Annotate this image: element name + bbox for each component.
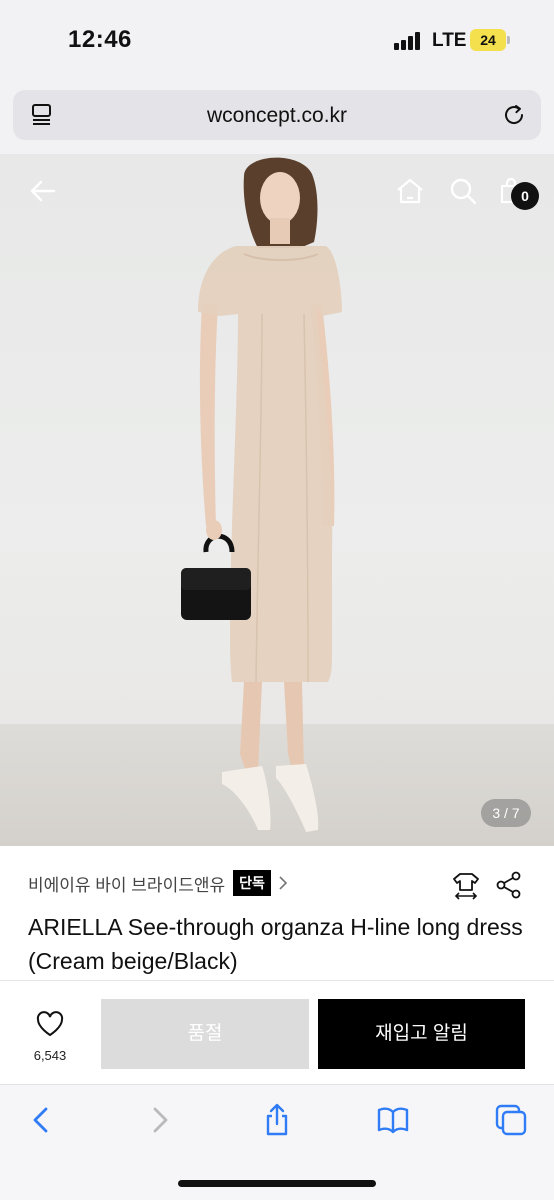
- signal-icon: [394, 32, 424, 50]
- address-bar-area: wconcept.co.kr: [0, 84, 554, 154]
- home-icon[interactable]: [395, 176, 425, 206]
- model-photo: [181, 157, 342, 832]
- search-icon[interactable]: [448, 176, 478, 206]
- wishlist-button[interactable]: 6,543: [24, 1011, 76, 1063]
- reload-icon[interactable]: [501, 102, 527, 128]
- share-sheet-icon[interactable]: [260, 1103, 294, 1137]
- address-bar[interactable]: wconcept.co.kr: [13, 90, 541, 140]
- chevron-right-icon: [279, 876, 288, 890]
- status-bar: 12:46 LTE 24: [0, 0, 554, 84]
- bookmarks-icon[interactable]: [376, 1103, 410, 1137]
- url-text[interactable]: wconcept.co.kr: [13, 104, 541, 128]
- brand-name[interactable]: 비에이유 바이 브라이드앤유: [28, 871, 225, 896]
- tabs-overview-icon[interactable]: [494, 1103, 528, 1137]
- heart-icon[interactable]: [36, 1011, 64, 1037]
- status-time: 12:46: [68, 26, 132, 53]
- cart-count-badge[interactable]: 0: [511, 182, 539, 210]
- battery-level: 24: [470, 29, 506, 51]
- brand-link[interactable]: 비에이유 바이 브라이드앤유 단독: [28, 869, 289, 897]
- network-label: LTE: [432, 30, 467, 51]
- home-indicator: [178, 1180, 376, 1187]
- restock-alert-button[interactable]: 재입고 알림: [318, 999, 525, 1069]
- browser-back-icon[interactable]: [24, 1103, 58, 1137]
- product-image[interactable]: [0, 154, 554, 846]
- back-arrow-icon[interactable]: [28, 176, 58, 206]
- image-counter: 3 / 7: [481, 799, 531, 827]
- browser-forward-icon[interactable]: [143, 1103, 177, 1137]
- sold-out-button[interactable]: 품절: [101, 999, 309, 1069]
- product-title: ARIELLA See-through organza H-line long …: [28, 914, 523, 974]
- wish-count: 6,543: [33, 1048, 67, 1063]
- size-guide-icon[interactable]: [451, 870, 481, 900]
- exclusive-badge: 단독: [233, 870, 271, 896]
- battery-icon: 24: [470, 29, 510, 51]
- purchase-action-bar: 6,543 품절 재입고 알림: [0, 980, 554, 1084]
- share-icon[interactable]: [494, 870, 524, 900]
